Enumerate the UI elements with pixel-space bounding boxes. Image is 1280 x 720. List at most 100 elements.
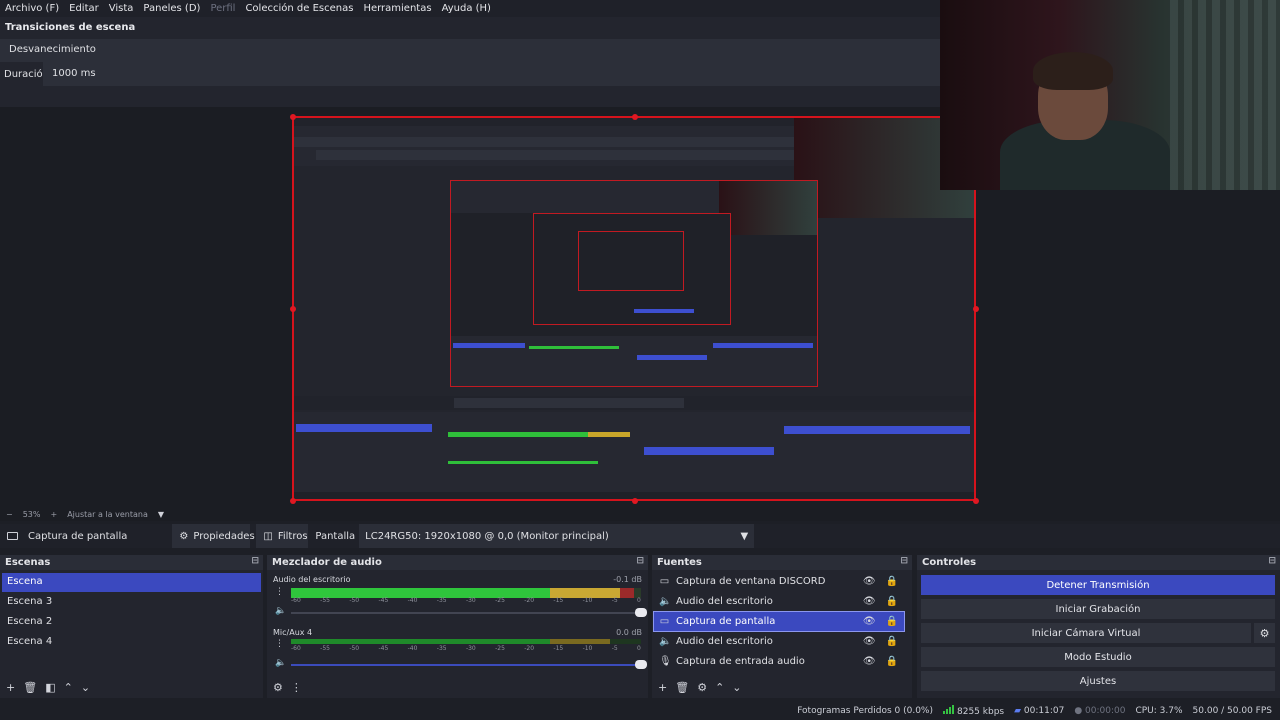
scale-tick-label: -55 <box>320 645 330 652</box>
stream-time-value: 00:11:07 <box>1023 705 1065 716</box>
scale-tick-label: -40 <box>407 597 418 604</box>
mixer-title: Mezclador de audio ⊟ <box>267 555 648 570</box>
gear-icon[interactable]: ⚙ <box>697 681 707 694</box>
scene-transitions-dock: Transiciones de escena Desvanecimiento D… <box>0 17 940 107</box>
source-item[interactable]: 🎙 Captura de entrada audio 👁 🔒 <box>654 652 904 671</box>
arrow-up-icon[interactable]: ⌃ <box>715 681 724 694</box>
stop-stream-button[interactable]: Detener Transmisión <box>921 575 1275 595</box>
channel-menu-icon[interactable]: ⋮ <box>275 587 284 597</box>
scale-tick-label: -50 <box>349 597 360 604</box>
transition-select[interactable]: Desvanecimiento <box>0 39 940 62</box>
source-name: Captura de entrada audio <box>676 656 805 667</box>
zoom-dropdown-icon[interactable]: ▼ <box>158 510 164 519</box>
menu-archivo[interactable]: Archivo (F) <box>5 3 59 14</box>
channel-name: Mic/Aux 4 <box>273 628 313 637</box>
scale-tick-label: -45 <box>378 597 389 604</box>
trash-icon[interactable]: 🗑 <box>675 681 689 694</box>
bitrate-value: 8255 kbps <box>957 706 1005 717</box>
menu-paneles[interactable]: Paneles (D) <box>143 3 200 14</box>
menu-dots-icon[interactable]: ⋮ <box>291 681 302 694</box>
menu-herramientas[interactable]: Herramientas <box>363 3 431 14</box>
scene-item[interactable]: Escena <box>2 573 261 592</box>
scene-item[interactable]: Escena 2 <box>2 613 261 632</box>
fit-to-window-label[interactable]: Ajustar a la ventana <box>67 510 148 519</box>
resize-handle-tl[interactable] <box>290 114 296 120</box>
filters-button[interactable]: ◫ Filtros <box>256 524 309 548</box>
scene-item[interactable]: Escena 4 <box>2 633 261 652</box>
screen-capture-preview[interactable] <box>292 116 976 501</box>
menu-coleccion-escenas[interactable]: Colección de Escenas <box>245 3 353 14</box>
resize-handle-bl[interactable] <box>290 498 296 504</box>
start-virtual-camera-button[interactable]: Iniciar Cámara Virtual <box>921 623 1251 643</box>
eye-icon[interactable]: 👁 <box>863 656 876 667</box>
source-context-bar: Captura de pantalla ⚙ Propiedades ◫ Filt… <box>0 524 1280 548</box>
advanced-audio-icon[interactable]: ⚙ <box>273 681 283 694</box>
source-name: Captura de pantalla <box>676 616 776 627</box>
source-item-selected[interactable]: ▭ Captura de pantalla 👁 🔒 <box>653 611 905 632</box>
undock-icon[interactable]: ⊟ <box>900 556 908 566</box>
volume-slider-knob[interactable] <box>635 608 647 617</box>
menu-ayuda[interactable]: Ayuda (H) <box>442 3 491 14</box>
studio-mode-button[interactable]: Modo Estudio <box>921 647 1275 667</box>
source-item[interactable]: 🔈 Audio del escritorio 👁 🔒 <box>654 632 904 651</box>
volume-slider[interactable] <box>291 660 647 669</box>
channel-menu-icon[interactable]: ⋮ <box>275 639 284 649</box>
bitrate: 8255 kbps <box>943 704 1005 717</box>
meter-green <box>291 639 550 644</box>
resize-handle-br[interactable] <box>973 498 979 504</box>
nested-preview-1-webcam <box>719 181 817 235</box>
scale-tick-label: -55 <box>320 597 330 604</box>
undock-icon[interactable]: ⊟ <box>636 556 644 566</box>
nested-meter-1-peak <box>588 432 630 437</box>
source-item[interactable]: 🔈 Audio del escritorio 👁 🔒 <box>654 592 904 611</box>
duration-input[interactable]: 1000 ms <box>43 62 940 86</box>
eye-icon[interactable]: 👁 <box>863 616 876 627</box>
properties-button[interactable]: ⚙ Propiedades <box>172 524 255 548</box>
menu-vista[interactable]: Vista <box>109 3 134 14</box>
undock-icon[interactable]: ⊟ <box>251 556 259 566</box>
resize-handle-mr[interactable] <box>973 306 979 312</box>
scale-tick-label: -60 <box>291 645 301 652</box>
fps: 50.00 / 50.00 FPS <box>1192 705 1272 716</box>
virtual-camera-settings-icon[interactable]: ⚙ <box>1254 623 1275 643</box>
scale-tick-label: -35 <box>436 597 447 604</box>
eye-icon[interactable]: 👁 <box>863 576 876 587</box>
lock-icon[interactable]: 🔒 <box>886 636 898 647</box>
scenes-toolbar: + 🗑 ◧ ⌃ ⌄ <box>0 676 263 698</box>
add-icon[interactable]: + <box>6 681 15 694</box>
undock-icon[interactable]: ⊟ <box>1268 556 1276 566</box>
speaker-icon[interactable]: 🔈 <box>275 606 286 616</box>
volume-slider-knob[interactable] <box>635 660 647 669</box>
audio-mixer-dock: Mezclador de audio ⊟ Audio del escritori… <box>267 555 648 698</box>
zoom-out-button[interactable]: − <box>6 510 13 519</box>
menu-editar[interactable]: Editar <box>69 3 99 14</box>
scale-tick-label: 0 <box>637 597 641 604</box>
start-recording-button[interactable]: Iniciar Grabación <box>921 599 1275 619</box>
lock-icon[interactable]: 🔒 <box>886 616 898 627</box>
resize-handle-bc[interactable] <box>632 498 638 504</box>
cpu-usage: CPU: 3.7% <box>1135 705 1183 716</box>
arrow-up-icon[interactable]: ⌃ <box>64 681 73 694</box>
volume-slider[interactable] <box>291 608 647 617</box>
lock-icon[interactable]: 🔒 <box>886 576 898 587</box>
zoom-in-button[interactable]: + <box>50 510 57 519</box>
eye-icon[interactable]: 👁 <box>863 636 876 647</box>
arrow-down-icon[interactable]: ⌄ <box>81 681 90 694</box>
eye-icon[interactable]: 👁 <box>863 596 876 607</box>
resize-handle-ml[interactable] <box>290 306 296 312</box>
speaker-icon[interactable]: 🔈 <box>275 658 286 668</box>
lock-icon[interactable]: 🔒 <box>886 656 898 667</box>
trash-icon[interactable]: 🗑 <box>23 681 37 694</box>
arrow-down-icon[interactable]: ⌄ <box>732 681 741 694</box>
display-select[interactable]: LC24RG50: 1920x1080 @ 0,0 (Monitor princ… <box>359 524 755 548</box>
lock-icon[interactable]: 🔒 <box>886 596 898 607</box>
nested-scene-active <box>296 424 432 432</box>
add-icon[interactable]: + <box>658 681 667 694</box>
source-item[interactable]: ▭ Captura de ventana DISCORD 👁 🔒 <box>654 572 904 591</box>
resize-handle-tc[interactable] <box>632 114 638 120</box>
nested-preview-1-source <box>637 355 707 360</box>
scene-item[interactable]: Escena 3 <box>2 593 261 612</box>
filter-icon[interactable]: ◧ <box>45 681 55 694</box>
settings-button[interactable]: Ajustes <box>921 671 1275 691</box>
webcam-curtain <box>1170 0 1280 190</box>
